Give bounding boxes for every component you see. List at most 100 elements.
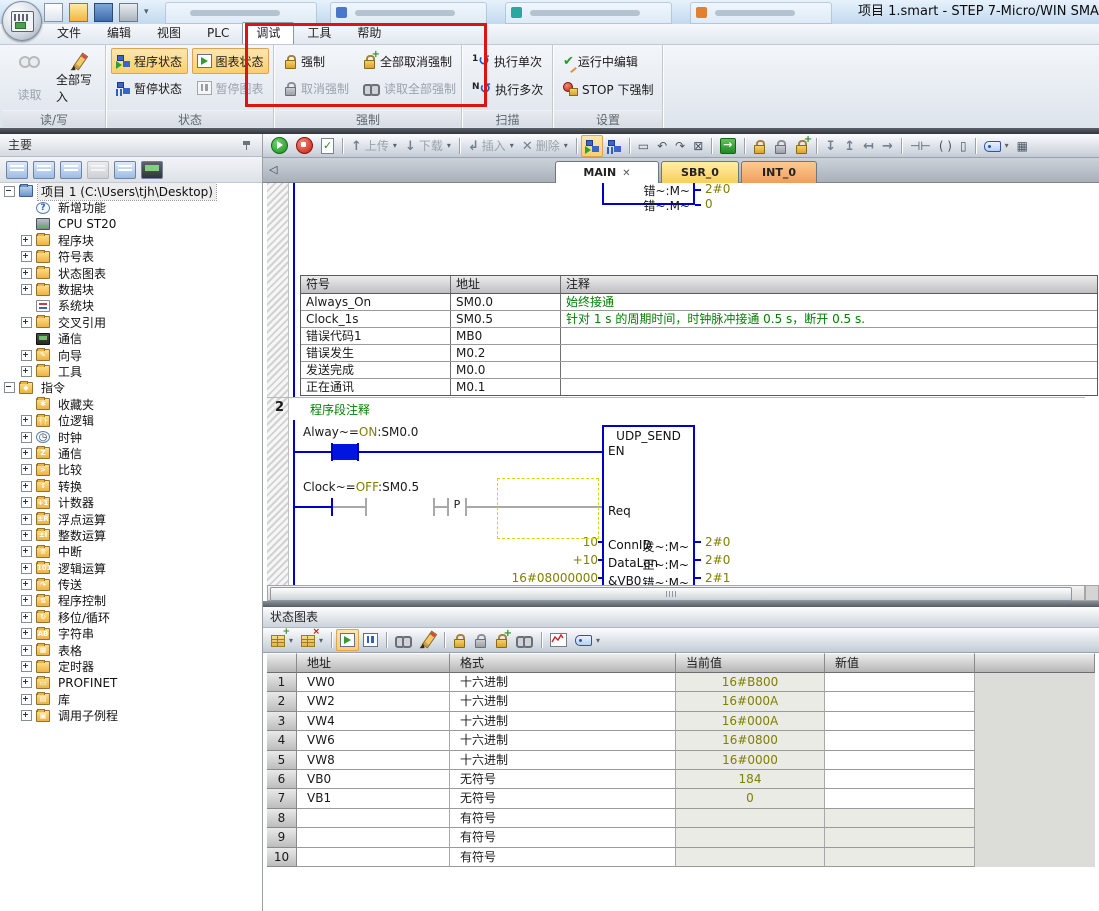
force-button[interactable] (749, 135, 770, 157)
tree-expander-icon[interactable] (21, 546, 32, 557)
customize-quick-access-caret-icon[interactable]: ▾ (144, 7, 149, 17)
dropdown-caret-icon[interactable]: ▾ (1005, 141, 1009, 150)
ribbon-tab-编辑[interactable]: 编辑 (94, 23, 144, 44)
tree-item[interactable]: CPU ST20 (0, 216, 262, 232)
tree-expander-icon[interactable] (21, 530, 32, 541)
ribbon-button-暂停图表[interactable]: 暂停图表 (192, 75, 270, 101)
tree-expander-icon[interactable] (21, 432, 32, 443)
unforce-button[interactable] (770, 135, 791, 157)
status-table-header-格式[interactable]: 格式 (450, 653, 676, 673)
bookmark-prev-button[interactable]: ↶ (653, 135, 671, 157)
network-comment[interactable]: 程序段注释 (310, 401, 370, 418)
tree-expander-icon[interactable] (21, 251, 32, 262)
tree-item[interactable]: 数据块 (0, 281, 262, 297)
tree-expander-icon[interactable] (21, 710, 32, 721)
format-cell[interactable]: 有符号 (450, 809, 676, 828)
tree-item[interactable]: 调用子例程 (0, 708, 262, 724)
dropdown-caret-icon[interactable]: ▾ (510, 141, 514, 150)
dropdown-caret-icon[interactable]: ▾ (393, 141, 397, 150)
ribbon-button-STOP 下强制[interactable]: STOP 下强制 (558, 76, 658, 102)
tree-expander-icon[interactable] (4, 382, 15, 393)
print-icon[interactable] (119, 3, 138, 22)
bookmark-clear-button[interactable]: ⊠ (689, 135, 707, 157)
ribbon-button-程序状态[interactable]: 程序状态 (111, 48, 188, 74)
dropdown-caret-icon[interactable]: ▾ (564, 141, 568, 150)
address-cell[interactable]: VW8 (297, 751, 450, 770)
dropdown-caret-icon[interactable]: ▾ (596, 636, 600, 645)
row-number-cell[interactable]: 4 (267, 731, 297, 750)
chart-status-toggle[interactable] (336, 629, 359, 651)
line-down-button[interactable]: ↧ (821, 135, 840, 157)
status-chart-button[interactable] (60, 161, 82, 179)
new-value-cell[interactable] (825, 848, 975, 867)
goto-button[interactable] (716, 135, 740, 157)
ribbon-tab-工具[interactable]: 工具 (294, 23, 344, 44)
line-up-button[interactable]: ↥ (840, 135, 859, 157)
new-value-cell[interactable] (825, 828, 975, 847)
new-value-cell[interactable] (825, 789, 975, 808)
new-value-cell[interactable] (825, 770, 975, 789)
row-number-cell[interactable]: 5 (267, 751, 297, 770)
tree-expander-icon[interactable] (4, 186, 15, 197)
tree-expander-icon[interactable] (21, 677, 32, 688)
tree-expander-icon[interactable] (21, 661, 32, 672)
data-block-button[interactable] (87, 161, 109, 179)
program-status-toggle[interactable] (581, 135, 603, 157)
tree-expander-icon[interactable] (21, 268, 32, 279)
tree-item[interactable]: 交叉引用 (0, 314, 262, 330)
tree-item[interactable]: 转换 (0, 478, 262, 494)
dropdown-caret-icon[interactable]: ▾ (447, 141, 451, 150)
run-button[interactable] (267, 135, 292, 157)
tree-item[interactable]: 传送 (0, 576, 262, 592)
insert-box-button[interactable]: ▯ (956, 135, 971, 157)
format-cell[interactable]: 十六进制 (450, 712, 676, 731)
tree-expander-icon[interactable] (21, 284, 32, 295)
tree-item[interactable]: 移位/循环 (0, 609, 262, 625)
tree-item[interactable]: 整数运算 (0, 527, 262, 543)
tree-item[interactable]: 工具 (0, 363, 262, 379)
pause-status-toggle[interactable] (603, 135, 625, 157)
bookmark-toggle-button[interactable]: ▭ (634, 135, 653, 157)
new-value-cell[interactable] (825, 809, 975, 828)
delete-button[interactable]: ✕删除▾ (518, 135, 572, 157)
format-cell[interactable]: 无符号 (450, 789, 676, 808)
address-cell[interactable]: VB1 (297, 789, 450, 808)
tree-item[interactable]: 新增功能 (0, 199, 262, 215)
format-cell[interactable]: 十六进制 (450, 692, 676, 711)
row-number-cell[interactable]: 6 (267, 770, 297, 789)
ribbon-button-图表状态[interactable]: 图表状态 (192, 48, 270, 74)
udp-send-block[interactable]: UDP_SEND EN Req ConnID DataLen &VB0 发~:M… (602, 425, 695, 585)
tree-item[interactable]: 收藏夹 (0, 396, 262, 412)
tree-expander-icon[interactable] (21, 628, 32, 639)
tree-expander-icon[interactable] (21, 415, 32, 426)
new-value-cell[interactable] (825, 751, 975, 770)
communications-button[interactable] (141, 161, 163, 179)
row-number-cell[interactable]: 1 (267, 673, 297, 692)
ribbon-tab-PLC[interactable]: PLC (194, 23, 242, 44)
address-cell[interactable] (297, 828, 450, 847)
tree-item[interactable]: 程序控制 (0, 593, 262, 609)
address-cell[interactable]: VW0 (297, 673, 450, 692)
tree-expander-icon[interactable] (21, 579, 32, 590)
pin-icon[interactable] (242, 140, 252, 150)
save-icon[interactable] (94, 3, 113, 22)
tab-main[interactable]: MAIN✕ (555, 161, 659, 183)
selection-box[interactable] (497, 478, 599, 539)
download-button[interactable]: ↓下载▾ (401, 135, 455, 157)
tree-item[interactable]: 时钟 (0, 429, 262, 445)
tree-expander-icon[interactable] (21, 481, 32, 492)
address-cell[interactable]: VW2 (297, 692, 450, 711)
tree-expander-icon[interactable] (21, 366, 32, 377)
insert-button[interactable]: ↲插入▾ (464, 135, 518, 157)
ribbon-tab-文件[interactable]: 文件 (44, 23, 94, 44)
row-number-cell[interactable]: 2 (267, 692, 297, 711)
tree-item[interactable]: 表格 (0, 642, 262, 658)
tree-expander-icon[interactable] (21, 235, 32, 246)
stop-button[interactable] (292, 135, 317, 157)
read-forces-button[interactable] (512, 629, 537, 651)
format-cell[interactable]: 有符号 (450, 828, 676, 847)
tree-item[interactable]: 向导 (0, 347, 262, 363)
ribbon-button-执行多次[interactable]: N↺执行多次 (467, 76, 548, 102)
status-table-header-当前值[interactable]: 当前值 (676, 653, 825, 673)
row-number-cell[interactable]: 3 (267, 712, 297, 731)
